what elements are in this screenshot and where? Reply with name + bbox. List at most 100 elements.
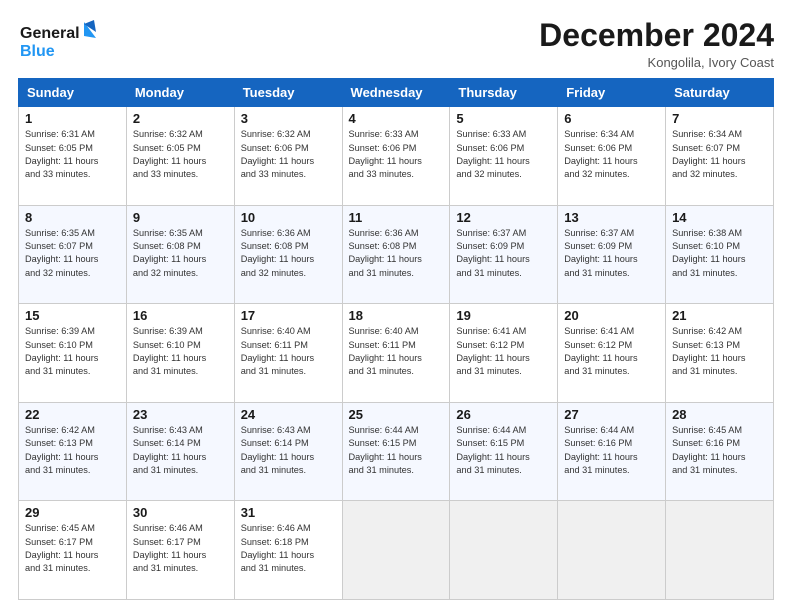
table-row: 11 Sunrise: 6:36 AM Sunset: 6:08 PM Dayli…	[342, 205, 450, 304]
table-row: 18 Sunrise: 6:40 AM Sunset: 6:11 PM Dayli…	[342, 304, 450, 403]
table-row: 3 Sunrise: 6:32 AM Sunset: 6:06 PM Daylig…	[234, 107, 342, 206]
day-number: 2	[133, 111, 228, 126]
logo-icon: GeneralBlue	[18, 18, 98, 62]
day-info: Sunrise: 6:40 AM Sunset: 6:11 PM Dayligh…	[349, 325, 444, 378]
col-friday: Friday	[558, 79, 666, 107]
day-info: Sunrise: 6:44 AM Sunset: 6:16 PM Dayligh…	[564, 424, 659, 477]
day-info: Sunrise: 6:39 AM Sunset: 6:10 PM Dayligh…	[25, 325, 120, 378]
day-info: Sunrise: 6:34 AM Sunset: 6:06 PM Dayligh…	[564, 128, 659, 181]
day-number: 23	[133, 407, 228, 422]
day-info: Sunrise: 6:37 AM Sunset: 6:09 PM Dayligh…	[564, 227, 659, 280]
calendar-week-2: 8 Sunrise: 6:35 AM Sunset: 6:07 PM Daylig…	[19, 205, 774, 304]
table-row: 10Sunrise: 6:36 AM Sunset: 6:08 PM Dayli…	[234, 205, 342, 304]
table-row: 19Sunrise: 6:41 AM Sunset: 6:12 PM Dayli…	[450, 304, 558, 403]
day-number: 17	[241, 308, 336, 323]
calendar-table: Sunday Monday Tuesday Wednesday Thursday…	[18, 78, 774, 600]
day-number: 22	[25, 407, 120, 422]
location: Kongolila, Ivory Coast	[539, 55, 774, 70]
calendar-week-1: 1 Sunrise: 6:31 AM Sunset: 6:05 PM Daylig…	[19, 107, 774, 206]
table-row: 17 Sunrise: 6:40 AM Sunset: 6:11 PM Dayli…	[234, 304, 342, 403]
day-info: Sunrise: 6:36 AM Sunset: 6:08 PM Dayligh…	[349, 227, 444, 280]
month-title: December 2024	[539, 18, 774, 53]
table-row: 24 Sunrise: 6:43 AM Sunset: 6:14 PM Dayli…	[234, 402, 342, 501]
day-info: Sunrise: 6:37 AM Sunset: 6:09 PM Dayligh…	[456, 227, 551, 280]
table-row: 13 Sunrise: 6:37 AM Sunset: 6:09 PM Dayli…	[558, 205, 666, 304]
day-number: 12	[456, 210, 551, 225]
table-row: 25 Sunrise: 6:44 AM Sunset: 6:15 PM Dayli…	[342, 402, 450, 501]
day-info: Sunrise: 6:43 AM Sunset: 6:14 PM Dayligh…	[241, 424, 336, 477]
day-number: 25	[349, 407, 444, 422]
day-number: 20	[564, 308, 659, 323]
table-row: 23Sunrise: 6:43 AM Sunset: 6:14 PM Dayli…	[126, 402, 234, 501]
table-row	[558, 501, 666, 600]
day-info: Sunrise: 6:39 AM Sunset: 6:10 PM Dayligh…	[133, 325, 228, 378]
day-number: 29	[25, 505, 120, 520]
day-info: Sunrise: 6:34 AM Sunset: 6:07 PM Dayligh…	[672, 128, 767, 181]
day-info: Sunrise: 6:45 AM Sunset: 6:16 PM Dayligh…	[672, 424, 767, 477]
day-number: 31	[241, 505, 336, 520]
day-info: Sunrise: 6:35 AM Sunset: 6:07 PM Dayligh…	[25, 227, 120, 280]
day-number: 5	[456, 111, 551, 126]
table-row: 21 Sunrise: 6:42 AM Sunset: 6:13 PM Dayli…	[666, 304, 774, 403]
table-row: 5 Sunrise: 6:33 AM Sunset: 6:06 PM Daylig…	[450, 107, 558, 206]
table-row: 22 Sunrise: 6:42 AM Sunset: 6:13 PM Dayli…	[19, 402, 127, 501]
table-row: 20Sunrise: 6:41 AM Sunset: 6:12 PM Dayli…	[558, 304, 666, 403]
table-row: 4Sunrise: 6:33 AM Sunset: 6:06 PM Daylig…	[342, 107, 450, 206]
day-info: Sunrise: 6:46 AM Sunset: 6:18 PM Dayligh…	[241, 522, 336, 575]
day-number: 18	[349, 308, 444, 323]
day-number: 16	[133, 308, 228, 323]
col-wednesday: Wednesday	[342, 79, 450, 107]
day-number: 28	[672, 407, 767, 422]
table-row: 16 Sunrise: 6:39 AM Sunset: 6:10 PM Dayli…	[126, 304, 234, 403]
day-info: Sunrise: 6:42 AM Sunset: 6:13 PM Dayligh…	[25, 424, 120, 477]
page: GeneralBlue December 2024 Kongolila, Ivo…	[0, 0, 792, 612]
day-info: Sunrise: 6:33 AM Sunset: 6:06 PM Dayligh…	[456, 128, 551, 181]
day-number: 8	[25, 210, 120, 225]
day-number: 26	[456, 407, 551, 422]
day-info: Sunrise: 6:33 AM Sunset: 6:06 PM Dayligh…	[349, 128, 444, 181]
day-number: 9	[133, 210, 228, 225]
table-row: 2Sunrise: 6:32 AM Sunset: 6:05 PM Daylig…	[126, 107, 234, 206]
day-number: 14	[672, 210, 767, 225]
day-info: Sunrise: 6:36 AM Sunset: 6:08 PM Dayligh…	[241, 227, 336, 280]
day-number: 21	[672, 308, 767, 323]
day-info: Sunrise: 6:31 AM Sunset: 6:05 PM Dayligh…	[25, 128, 120, 181]
logo: GeneralBlue	[18, 18, 98, 62]
header: GeneralBlue December 2024 Kongolila, Ivo…	[18, 18, 774, 70]
col-saturday: Saturday	[666, 79, 774, 107]
table-row: 9 Sunrise: 6:35 AM Sunset: 6:08 PM Daylig…	[126, 205, 234, 304]
svg-text:Blue: Blue	[20, 43, 55, 60]
day-number: 11	[349, 210, 444, 225]
day-info: Sunrise: 6:41 AM Sunset: 6:12 PM Dayligh…	[456, 325, 551, 378]
col-monday: Monday	[126, 79, 234, 107]
day-info: Sunrise: 6:42 AM Sunset: 6:13 PM Dayligh…	[672, 325, 767, 378]
table-row: 30Sunrise: 6:46 AM Sunset: 6:17 PM Dayli…	[126, 501, 234, 600]
day-number: 3	[241, 111, 336, 126]
day-number: 27	[564, 407, 659, 422]
calendar-week-5: 29Sunrise: 6:45 AM Sunset: 6:17 PM Dayli…	[19, 501, 774, 600]
day-info: Sunrise: 6:44 AM Sunset: 6:15 PM Dayligh…	[456, 424, 551, 477]
day-number: 13	[564, 210, 659, 225]
day-info: Sunrise: 6:44 AM Sunset: 6:15 PM Dayligh…	[349, 424, 444, 477]
col-thursday: Thursday	[450, 79, 558, 107]
table-row: 28 Sunrise: 6:45 AM Sunset: 6:16 PM Dayli…	[666, 402, 774, 501]
calendar-week-4: 22 Sunrise: 6:42 AM Sunset: 6:13 PM Dayli…	[19, 402, 774, 501]
table-row: 1 Sunrise: 6:31 AM Sunset: 6:05 PM Daylig…	[19, 107, 127, 206]
col-sunday: Sunday	[19, 79, 127, 107]
table-row	[342, 501, 450, 600]
day-info: Sunrise: 6:40 AM Sunset: 6:11 PM Dayligh…	[241, 325, 336, 378]
table-row: 29Sunrise: 6:45 AM Sunset: 6:17 PM Dayli…	[19, 501, 127, 600]
calendar-week-3: 15 Sunrise: 6:39 AM Sunset: 6:10 PM Dayli…	[19, 304, 774, 403]
table-row: 14Sunrise: 6:38 AM Sunset: 6:10 PM Dayli…	[666, 205, 774, 304]
day-number: 1	[25, 111, 120, 126]
table-row: 8 Sunrise: 6:35 AM Sunset: 6:07 PM Daylig…	[19, 205, 127, 304]
day-number: 6	[564, 111, 659, 126]
table-row: 7Sunrise: 6:34 AM Sunset: 6:07 PM Daylig…	[666, 107, 774, 206]
table-row	[450, 501, 558, 600]
table-row: 12 Sunrise: 6:37 AM Sunset: 6:09 PM Dayli…	[450, 205, 558, 304]
table-row: 6 Sunrise: 6:34 AM Sunset: 6:06 PM Daylig…	[558, 107, 666, 206]
day-info: Sunrise: 6:32 AM Sunset: 6:06 PM Dayligh…	[241, 128, 336, 181]
day-number: 24	[241, 407, 336, 422]
day-info: Sunrise: 6:35 AM Sunset: 6:08 PM Dayligh…	[133, 227, 228, 280]
day-number: 15	[25, 308, 120, 323]
